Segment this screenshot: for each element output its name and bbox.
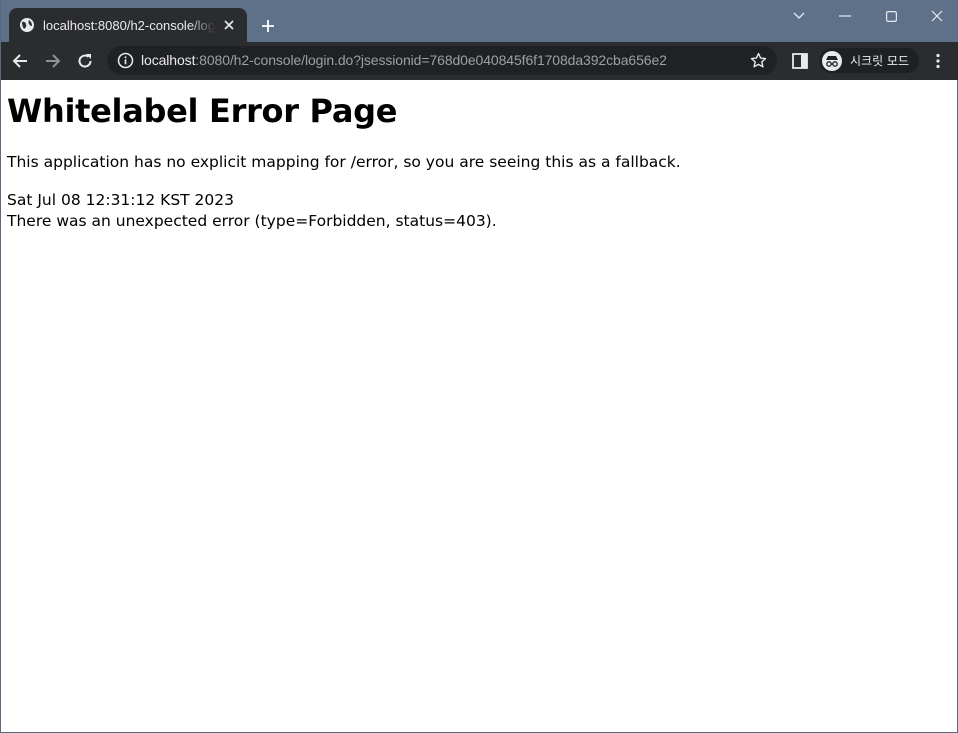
maximize-icon[interactable] (881, 6, 901, 26)
close-icon[interactable] (221, 17, 237, 33)
tab-title: localhost:8080/h2-console/login.do?jsess… (43, 17, 215, 33)
error-details: Sat Jul 08 12:31:12 KST 2023 There was a… (7, 190, 497, 232)
error-timestamp: Sat Jul 08 12:31:12 KST 2023 (7, 191, 235, 209)
side-panel-icon[interactable] (791, 52, 809, 70)
bookmark-star-icon[interactable] (750, 52, 767, 69)
active-tab[interactable]: localhost:8080/h2-console/login.do?jsess… (9, 8, 247, 42)
minimize-icon[interactable] (835, 6, 855, 26)
error-description: This application has no explicit mapping… (7, 153, 681, 171)
url-path: :8080/h2-console/login.do?jsessionid=768… (195, 52, 667, 68)
incognito-profile-button[interactable]: 시크릿 모드 (819, 48, 919, 73)
toolbar: localhost:8080/h2-console/login.do?jsess… (1, 42, 958, 80)
globe-icon (19, 17, 35, 33)
url-host: localhost (141, 52, 196, 68)
reload-icon[interactable] (75, 51, 95, 71)
forward-arrow-icon[interactable] (43, 51, 63, 71)
address-bar[interactable]: localhost:8080/h2-console/login.do?jsess… (107, 46, 777, 75)
back-arrow-icon[interactable] (10, 51, 30, 71)
incognito-label: 시크릿 모드 (850, 54, 910, 68)
close-window-icon[interactable] (927, 6, 947, 26)
page-title: Whitelabel Error Page (7, 92, 398, 130)
incognito-icon (822, 50, 842, 71)
more-menu-icon[interactable] (929, 52, 947, 70)
page-content: Whitelabel Error Page This application h… (1, 80, 957, 732)
chevron-down-icon[interactable] (789, 6, 809, 26)
tab-strip: localhost:8080/h2-console/login.do?jsess… (1, 0, 958, 42)
error-status: There was an unexpected error (type=Forb… (7, 212, 497, 230)
url-text: localhost:8080/h2-console/login.do?jsess… (141, 52, 667, 68)
browser-window: localhost:8080/h2-console/login.do?jsess… (0, 0, 958, 733)
info-icon[interactable] (117, 52, 134, 69)
new-tab-icon[interactable] (259, 17, 277, 35)
